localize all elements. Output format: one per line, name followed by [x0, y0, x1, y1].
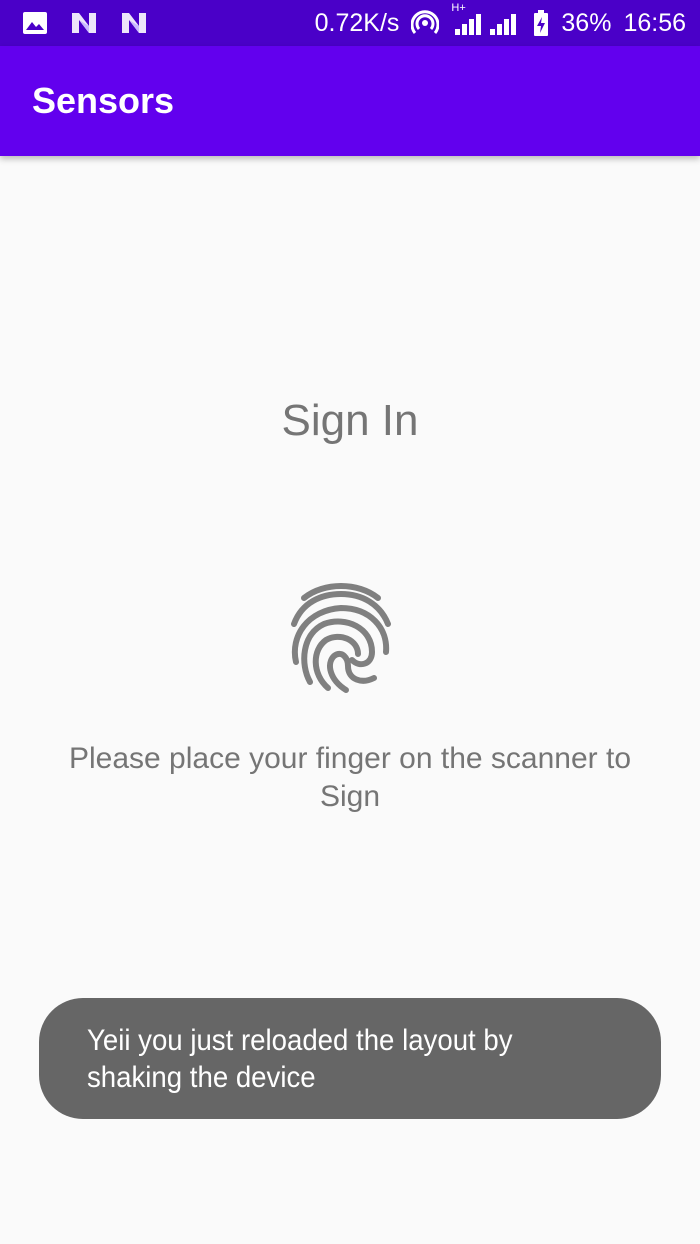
- hotspot-icon: [411, 9, 440, 37]
- signal-icon: H+: [451, 3, 521, 37]
- status-bar: 0.72K/s H+ 36% 16:56: [0, 0, 700, 46]
- app-title: Sensors: [32, 80, 175, 121]
- image-icon: [22, 11, 48, 35]
- battery-percent: 36%: [561, 8, 612, 37]
- n-notification-icon: [70, 11, 98, 35]
- clock: 16:56: [623, 8, 686, 37]
- network-type-label: H+: [451, 2, 466, 14]
- fingerprint-icon[interactable]: [286, 580, 396, 698]
- app-bar: Sensors: [0, 46, 700, 156]
- toast-message: Yeii you just reloaded the layout by sha…: [87, 1023, 513, 1094]
- instruction-text: Please place your finger on the scanner …: [68, 742, 632, 813]
- battery-charging-icon: [533, 9, 549, 37]
- n-notification-icon: [120, 11, 148, 35]
- sign-in-title: Sign In: [281, 396, 419, 445]
- status-notifications: [22, 11, 148, 35]
- toast: Yeii you just reloaded the layout by sha…: [39, 998, 661, 1119]
- network-speed: 0.72K/s: [314, 8, 400, 37]
- status-system: 0.72K/s H+ 36% 16:56: [314, 3, 686, 38]
